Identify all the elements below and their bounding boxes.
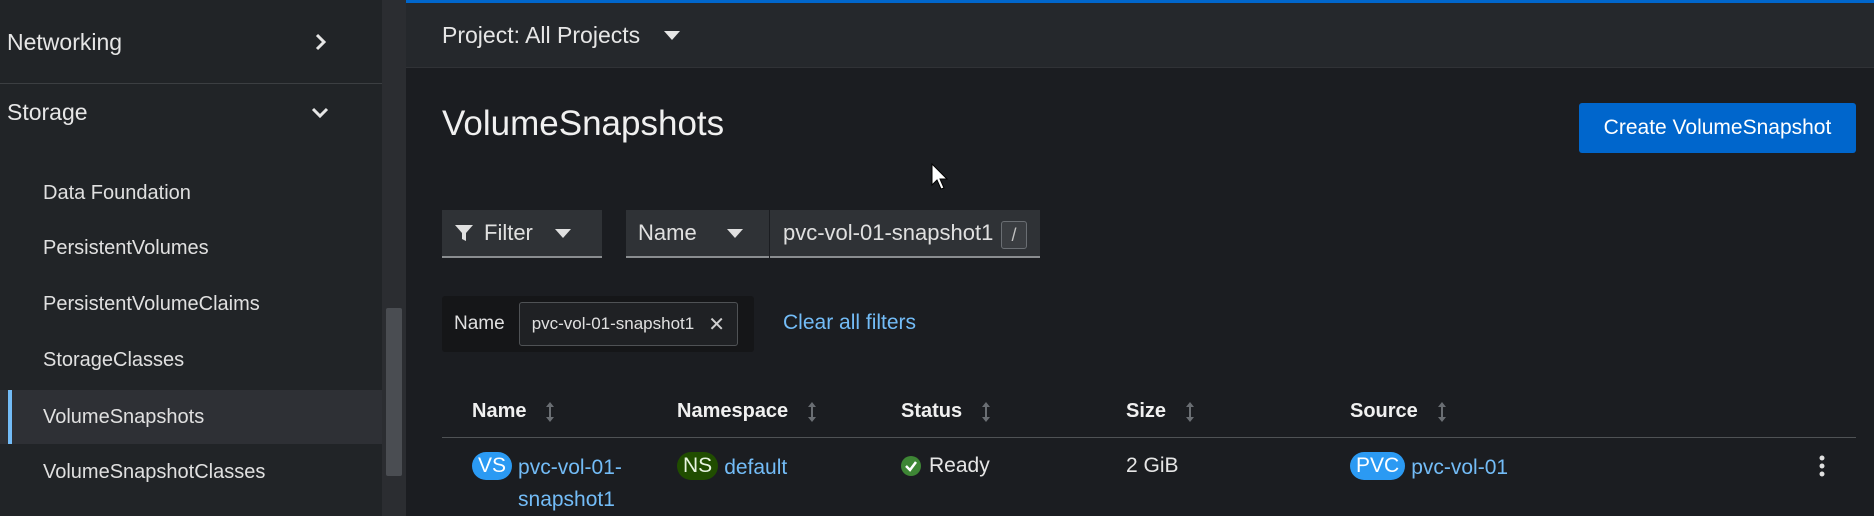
kebab-menu-icon[interactable] (1818, 454, 1826, 478)
sidebar-item-label: VolumeSnapshotClasses (43, 460, 266, 483)
chevron-down-icon (311, 107, 329, 119)
column-header-label: Name (472, 400, 527, 422)
table-header-row: Name Namespace Status Size Source (442, 386, 1856, 438)
sort-icon (1186, 401, 1195, 422)
namespace-link[interactable]: default (724, 452, 787, 484)
sort-icon (808, 401, 817, 422)
cell-name: VS pvc-vol-01- snapshot1 (472, 452, 622, 516)
column-header-namespace[interactable]: Namespace (677, 400, 818, 423)
chip-group-label: Name (454, 313, 505, 334)
sidebar-item-volume-snapshot-classes[interactable]: VolumeSnapshotClasses (0, 445, 382, 499)
nav-section-label: Storage (7, 98, 88, 125)
sidebar-item-persistent-volume-claims[interactable]: PersistentVolumeClaims (0, 277, 382, 331)
column-header-status[interactable]: Status (901, 400, 992, 423)
caret-down-icon (726, 228, 743, 238)
mouse-pointer-icon (931, 163, 949, 190)
source-pvc-link[interactable]: pvc-vol-01 (1411, 452, 1508, 484)
column-header-label: Size (1126, 400, 1167, 422)
project-label: Project: All Projects (442, 21, 641, 48)
create-volumesnapshot-button[interactable]: Create VolumeSnapshot (1579, 103, 1856, 153)
size-text: 2 GiB (1126, 454, 1179, 477)
column-header-source[interactable]: Source (1350, 400, 1448, 423)
sidebar-item-label: PersistentVolumes (43, 236, 209, 259)
cell-size: 2 GiB (1126, 452, 1179, 480)
nav-section-label: Networking (7, 28, 123, 55)
main-content: Project: All Projects VolumeSnapshots Cr… (406, 0, 1874, 516)
chip-text: pvc-vol-01-snapshot1 (531, 314, 695, 333)
sidebar-scrollbar[interactable] (382, 0, 406, 516)
sidebar-item-data-foundation[interactable]: Data Foundation (0, 166, 382, 220)
filter-chip: pvc-vol-01-snapshot1 ✕ (518, 302, 738, 346)
project-bar: Project: All Projects (406, 0, 1874, 68)
cell-namespace: NS default (677, 452, 787, 484)
filter-chip-group: Name pvc-vol-01-snapshot1 ✕ (442, 296, 754, 352)
project-selector[interactable]: Project: All Projects (442, 21, 681, 49)
resource-badge-vs: VS (472, 452, 513, 480)
filter-dropdown[interactable]: Filter (442, 210, 602, 258)
nav-section-storage[interactable]: Storage (0, 72, 382, 152)
caret-down-icon (554, 228, 571, 238)
caret-down-icon (664, 30, 681, 40)
sidebar-item-label: VolumeSnapshots (43, 405, 205, 428)
attribute-select[interactable]: Name (626, 210, 769, 258)
sidebar-item-volume-snapshots[interactable]: VolumeSnapshots (0, 390, 382, 444)
snapshot-name-line1: pvc-vol-01- (518, 456, 622, 479)
sidebar-item-storage-classes[interactable]: StorageClasses (0, 333, 382, 387)
sidebar: Networking Storage Data Foundation Persi… (0, 0, 382, 516)
column-header-label: Status (901, 400, 963, 422)
search-input[interactable] (770, 210, 1040, 258)
resource-badge-ns: NS (677, 452, 719, 480)
sidebar-item-label: Data Foundation (43, 181, 191, 204)
column-header-size[interactable]: Size (1126, 400, 1196, 423)
nav-section-networking[interactable]: Networking (0, 2, 382, 82)
sidebar-item-persistent-volumes[interactable]: PersistentVolumes (0, 221, 382, 275)
cell-status: Ready (901, 452, 990, 480)
scrollbar-thumb[interactable] (386, 308, 402, 476)
snapshot-link[interactable]: pvc-vol-01- snapshot1 (518, 452, 622, 516)
chevron-right-icon (315, 33, 327, 51)
column-header-label: Namespace (677, 400, 789, 422)
filter-label: Filter (484, 220, 533, 245)
close-icon[interactable]: ✕ (708, 312, 725, 337)
table-row: VS pvc-vol-01- snapshot1 NS default Read… (442, 438, 1856, 516)
cell-source: PVC pvc-vol-01 (1350, 452, 1508, 484)
volumesnapshots-table: Name Namespace Status Size Source VS pvc… (442, 386, 1856, 516)
sort-icon (982, 401, 991, 422)
clear-all-filters-link[interactable]: Clear all filters (783, 311, 916, 335)
sort-icon (1437, 401, 1446, 422)
sidebar-item-label: PersistentVolumeClaims (43, 292, 260, 315)
column-header-label: Source (1350, 400, 1418, 422)
snapshot-name-line2: snapshot1 (518, 488, 615, 511)
check-circle-icon (901, 456, 921, 476)
sort-icon (546, 401, 555, 422)
sidebar-item-label: StorageClasses (43, 348, 185, 371)
keyboard-shortcut-hint: / (1001, 221, 1027, 249)
page-title: VolumeSnapshots (442, 104, 725, 143)
resource-badge-pvc: PVC (1350, 452, 1406, 480)
column-header-name[interactable]: Name (472, 400, 556, 423)
status-text: Ready (929, 454, 990, 477)
filter-icon (455, 225, 473, 241)
attribute-select-label: Name (638, 220, 697, 245)
